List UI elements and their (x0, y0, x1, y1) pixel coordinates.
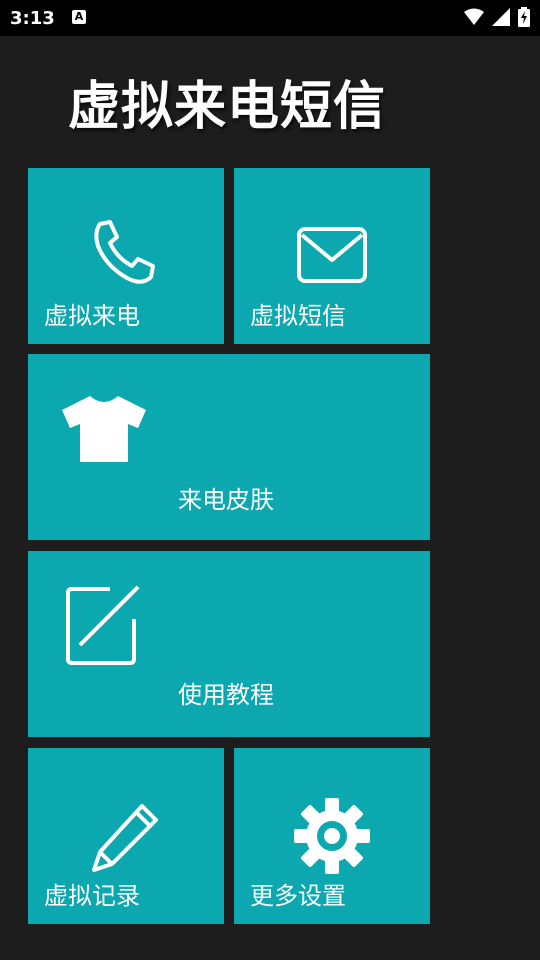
envelope-icon (297, 227, 367, 283)
edit-icon (66, 585, 140, 665)
fake-call-tile[interactable]: 虚拟来电 (28, 168, 224, 344)
fake-sms-label: 虚拟短信 (250, 302, 346, 330)
fake-call-label: 虚拟来电 (44, 302, 140, 330)
status-icons (464, 7, 530, 27)
status-time: 3:13 (10, 8, 55, 29)
call-skin-tile[interactable]: 来电皮肤 (28, 354, 430, 540)
phone-icon (94, 220, 155, 284)
fake-sms-tile[interactable]: 虚拟短信 (234, 168, 430, 344)
tshirt-icon (62, 396, 146, 462)
settings-label: 更多设置 (250, 882, 346, 910)
wifi-icon (464, 8, 484, 25)
notification-icon: A (72, 10, 86, 24)
pencil-icon (92, 804, 158, 872)
settings-tile[interactable]: 更多设置 (234, 748, 430, 924)
records-label: 虚拟记录 (44, 882, 140, 910)
battery-charging-icon (518, 7, 530, 27)
status-bar: 3:13 A (0, 0, 540, 36)
call-skin-label: 来电皮肤 (178, 486, 274, 514)
tutorial-label: 使用教程 (178, 681, 274, 709)
signal-icon (492, 8, 510, 26)
app-title: 虚拟来电短信 (68, 77, 387, 137)
gear-icon (294, 798, 370, 874)
records-tile[interactable]: 虚拟记录 (28, 748, 224, 924)
tutorial-tile[interactable]: 使用教程 (28, 551, 430, 737)
